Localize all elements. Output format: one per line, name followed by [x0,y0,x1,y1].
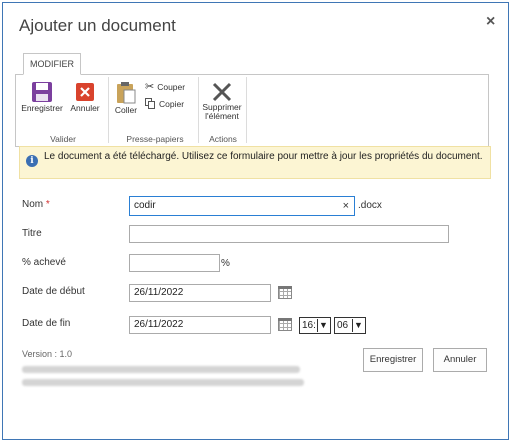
end-date-label: Date de fin [22,318,71,329]
minute-select[interactable]: 06 ▼ [334,317,366,334]
close-icon[interactable]: × [486,13,495,31]
copy-label: Copier [159,98,185,109]
end-date-value: 26/11/2022 [134,319,184,330]
calendar-icon[interactable] [278,318,292,331]
name-label-text: Nom [22,199,44,210]
group-divider [246,77,247,143]
start-date-value: 26/11/2022 [134,287,184,298]
name-extension: .docx [358,200,382,211]
save-icon [32,82,52,102]
info-message: Le document a été téléchargé. Utilisez c… [44,151,483,162]
cancel-button[interactable]: Annuler [433,348,487,372]
version-text: Version : 1.0 [22,349,73,359]
group-label-actions: Actions [209,134,237,144]
group-divider [108,77,109,143]
scissors-icon: ✂ [145,81,155,93]
group-label-valider: Valider [50,134,76,144]
start-date-input[interactable]: 26/11/2022 [129,284,271,302]
chevron-down-icon: ▼ [352,319,364,332]
group-label-clipboard: Presse-papiers [126,134,184,144]
name-input[interactable]: codir × [129,196,355,216]
hour-value: 16: [302,320,316,331]
cancel-icon [76,83,94,101]
percent-input[interactable] [129,254,220,272]
required-asterisk: * [45,199,50,210]
ribbon-cancel-label: Annuler [70,103,100,113]
hour-select[interactable]: 16: ▼ [299,317,331,334]
cut-label: Couper [157,81,186,92]
created-info-redacted [22,366,300,373]
delete-label-line2: l'élément [205,111,239,121]
minute-value: 06 [337,320,349,331]
percent-suffix: % [221,258,230,269]
ribbon-save-button[interactable]: Enregistrer [20,81,64,113]
ribbon: Enregistrer Annuler Valider Coller ✂ Cou… [15,74,489,147]
delete-item-button[interactable]: Supprimer l'élément [200,81,244,121]
group-divider [198,77,199,143]
start-date-label: Date de début [22,286,85,297]
cut-button[interactable]: ✂ Couper [145,80,185,93]
dialog-title: Ajouter un document [19,16,176,35]
copy-icon [145,98,155,109]
chevron-down-icon: ▼ [317,319,329,332]
name-input-value: codir [134,200,156,211]
title-input[interactable] [129,225,449,243]
title-label: Titre [22,228,42,239]
save-button[interactable]: Enregistrer [363,348,423,372]
percent-label: % achevé [22,257,66,268]
paste-icon [117,82,136,104]
tab-modifier[interactable]: MODIFIER [23,53,81,75]
paste-button[interactable]: Coller [111,81,141,115]
clear-icon[interactable]: × [343,197,349,215]
end-date-input[interactable]: 26/11/2022 [129,316,271,334]
delete-icon [212,82,232,102]
calendar-icon[interactable] [278,286,292,299]
modified-info-redacted [22,379,304,386]
name-label: Nom * [22,199,50,210]
info-bar: i Le document a été téléchargé. Utilisez… [19,146,491,179]
copy-button[interactable]: Copier [145,98,184,109]
ribbon-cancel-button[interactable]: Annuler [66,81,104,113]
ribbon-save-label: Enregistrer [21,103,63,113]
info-icon: i [26,155,38,167]
paste-label: Coller [114,105,138,115]
